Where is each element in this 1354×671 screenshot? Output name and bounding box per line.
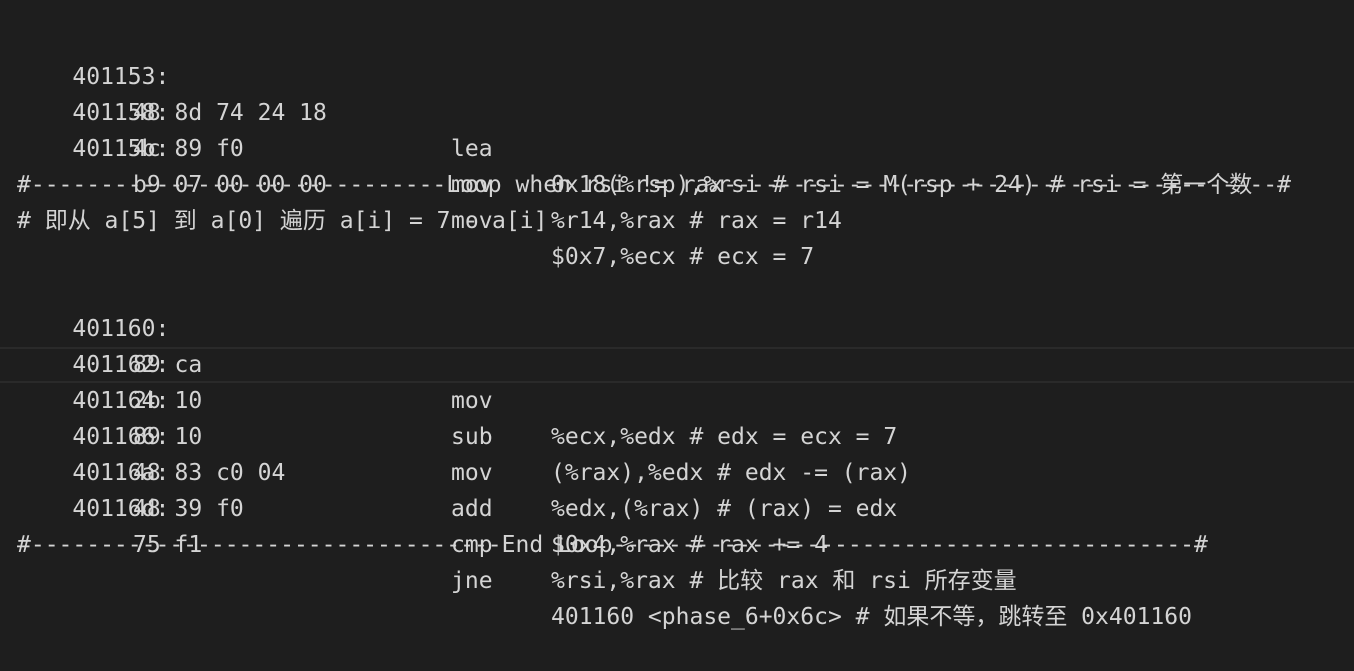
operands: %r14,%rax # rax = r14: [551, 208, 842, 234]
code-line[interactable]: 40116a: 48 39 f0 cmp %rsi,%rax # 比较 rax …: [17, 419, 1016, 594]
code-line[interactable]: 401153: 48 8d 74 24 18 lea 0x18(%rsp),%r…: [17, 23, 1252, 198]
mnemonic: sub: [451, 424, 493, 450]
mnemonic: mov: [451, 460, 493, 486]
code-line[interactable]: 40116d: 75 f1 jne 401160 <phase_6+0x6c> …: [17, 455, 1192, 630]
operands: 401160 <phase_6+0x6c> # 如果不等，跳转至 0x40116…: [551, 604, 1192, 630]
operands: %ecx,%edx # edx = ecx = 7: [551, 424, 898, 450]
mnemonic: jne: [451, 568, 493, 594]
address: 40116d:: [72, 496, 170, 522]
code-line[interactable]: 40115b: b9 07 00 00 00 mov $0x7,%ecx # e…: [17, 95, 814, 270]
code-line[interactable]: 401162: 2b 10 sub (%rax),%edx # edx -= (…: [17, 311, 911, 486]
code-line[interactable]: 401158: 4c 89 f0 mov %r14,%rax # rax = r…: [17, 59, 841, 234]
current-line-highlight: [0, 347, 1354, 383]
code-line[interactable]: 401166: 48 83 c0 04 add $0x4,%rax # rax …: [17, 383, 828, 558]
code-line[interactable]: 401160: 89 ca mov %ecx,%edx # edx = ecx …: [17, 275, 897, 450]
operands: $0x7,%ecx # ecx = 7: [551, 244, 815, 270]
mnemonic: add: [451, 496, 493, 522]
address: 40115b:: [72, 136, 170, 162]
mnemonic: mov: [451, 388, 493, 414]
operands: %rsi,%rax # 比较 rax 和 rsi 所存变量: [551, 568, 1017, 594]
code-editor[interactable]: 401153: 48 8d 74 24 18 lea 0x18(%rsp),%r…: [0, 0, 1354, 630]
end-loop-comment[interactable]: #----------------------------------End L…: [17, 527, 1275, 563]
operands: (%rax),%edx # edx -= (rax): [551, 460, 912, 486]
code-line-current[interactable]: 401164: 89 10 mov %edx,(%rax) # (rax) = …: [17, 347, 897, 522]
loop-header-comment[interactable]: #------------------------------Loop when…: [17, 167, 1335, 203]
mnemonic: lea: [451, 136, 493, 162]
operands: %edx,(%rax) # (rax) = edx: [551, 496, 898, 522]
loop-description-comment[interactable]: # 即从 a[5] 到 a[0] 遍历 a[i] = 7 - a[i]: [17, 203, 547, 239]
